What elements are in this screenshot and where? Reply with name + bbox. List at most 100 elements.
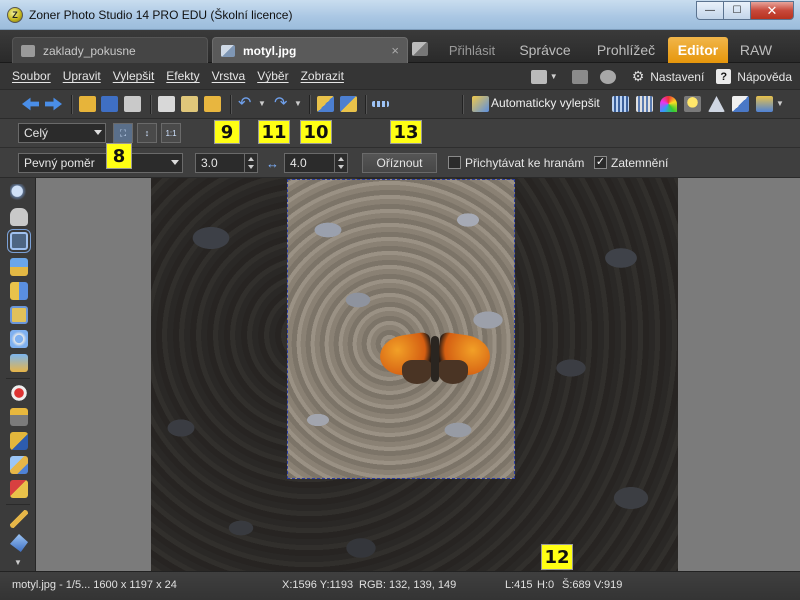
help-link[interactable]: Nápověda xyxy=(737,70,792,84)
status-cursor-coords: X:1596 Y:1193 xyxy=(282,579,354,591)
close-button[interactable]: ✕ xyxy=(750,1,794,20)
toolbar-separator xyxy=(462,95,463,114)
snap-to-edges-checkbox[interactable] xyxy=(448,156,461,169)
tool-palette: ▼ xyxy=(0,178,36,571)
ratio-height-stepper[interactable] xyxy=(334,154,347,172)
levels-icon[interactable] xyxy=(612,96,629,112)
palette-separator xyxy=(6,504,30,505)
chevron-down-icon[interactable]: ▼ xyxy=(550,72,558,81)
zoom-tool-icon[interactable] xyxy=(10,184,28,202)
ratio-width-stepper[interactable] xyxy=(244,154,257,172)
toolbar-separator xyxy=(365,95,366,114)
tab-motyl-jpg[interactable]: motyl.jpg × xyxy=(212,37,408,63)
minimize-button[interactable]: — xyxy=(696,1,723,20)
ratio-height-input[interactable]: 4.0 xyxy=(284,153,348,173)
copy-icon[interactable] xyxy=(158,96,175,112)
undo-icon[interactable]: ↶ xyxy=(238,96,255,112)
perspective-tool-icon[interactable] xyxy=(10,282,28,300)
actual-size-button[interactable]: 1:1 xyxy=(161,123,181,143)
annotation-badge-13: 13 xyxy=(390,120,422,144)
annotation-badge-8: 8 xyxy=(106,143,132,169)
red-eye-icon[interactable] xyxy=(10,384,28,402)
chevron-down-icon[interactable]: ▼ xyxy=(14,558,22,567)
forward-arrow-icon[interactable] xyxy=(45,97,62,111)
save-icon[interactable] xyxy=(101,96,118,112)
module-tab-manager[interactable]: Správce xyxy=(508,37,582,63)
paste-special-icon[interactable] xyxy=(204,96,221,112)
fit-height-button[interactable]: ↕ xyxy=(137,123,157,143)
fit-to-window-button[interactable]: ⛶ xyxy=(113,123,133,143)
status-rgb: RGB: 132, 139, 149 xyxy=(359,579,457,591)
menu-soubor[interactable]: Soubor xyxy=(12,69,51,83)
retouch-brush-icon[interactable] xyxy=(10,456,28,474)
menu-zobrazit[interactable]: Zobrazit xyxy=(301,69,344,83)
menu-vyber[interactable]: Výběr xyxy=(257,69,288,83)
frame-tool-icon[interactable] xyxy=(10,306,28,324)
maximize-button[interactable]: ☐ xyxy=(723,1,750,20)
redo-icon[interactable]: ↷ xyxy=(274,96,291,112)
auto-enhance-button[interactable]: Automaticky vylepšit xyxy=(491,96,600,110)
crop-tool-icon[interactable] xyxy=(7,229,31,253)
butterfly-subject xyxy=(377,330,493,390)
magic-wand-icon[interactable] xyxy=(472,96,489,112)
graduated-filter-icon[interactable] xyxy=(10,354,28,372)
fill-tool-icon[interactable] xyxy=(10,534,28,552)
image-canvas[interactable]: 12 xyxy=(36,178,800,571)
menu-vrstva[interactable]: Vrstva xyxy=(212,69,246,83)
export-icon[interactable] xyxy=(756,96,773,112)
tab-label: motyl.jpg xyxy=(243,43,297,58)
straighten-tool-icon[interactable] xyxy=(10,258,28,276)
clone-stamp-icon[interactable] xyxy=(10,408,28,426)
brush-tool-icon[interactable] xyxy=(10,510,28,528)
zoom-mode-select[interactable]: Celý xyxy=(18,123,106,143)
menu-efekty[interactable]: Efekty xyxy=(166,69,199,83)
sharpen-icon[interactable] xyxy=(708,96,725,112)
status-crop-left: L:415 xyxy=(505,579,533,591)
chevron-down-icon[interactable]: ▼ xyxy=(776,96,786,112)
layout-icon[interactable] xyxy=(571,69,588,84)
annotation-badge-9: 9 xyxy=(214,120,240,144)
tab-zaklady-pokusne[interactable]: zaklady_pokusne xyxy=(12,37,208,63)
crop-selection[interactable] xyxy=(287,179,515,479)
histogram-icon[interactable] xyxy=(636,96,653,112)
tab-close-icon[interactable]: × xyxy=(391,43,399,58)
more-tools-icon[interactable] xyxy=(372,101,389,107)
healing-brush-icon[interactable] xyxy=(10,432,28,450)
layers-icon[interactable] xyxy=(317,96,334,112)
back-arrow-icon[interactable] xyxy=(22,97,39,111)
ratio-mode-select[interactable]: Pevný poměr xyxy=(18,153,183,173)
undo-dropdown-icon[interactable]: ▼ xyxy=(258,96,268,112)
brightness-icon[interactable] xyxy=(684,96,701,112)
module-tab-raw[interactable]: RAW xyxy=(732,37,780,63)
menu-vylepsit[interactable]: Vylepšit xyxy=(113,69,155,83)
document-tab-bar: zaklady_pokusne motyl.jpg × Přihlásit Sp… xyxy=(0,30,800,63)
open-folder-icon[interactable] xyxy=(79,96,96,112)
paste-icon[interactable] xyxy=(181,96,198,112)
help-icon[interactable]: ? xyxy=(716,69,732,84)
crop-button[interactable]: Oříznout xyxy=(362,153,437,173)
snap-to-edges-label: Přichytávat ke hranám xyxy=(465,156,585,170)
ratio-width-input[interactable]: 3.0 xyxy=(195,153,258,173)
login-link[interactable]: Přihlásit xyxy=(440,37,504,63)
status-crop-top: H:0 xyxy=(537,579,555,591)
hand-tool-icon[interactable] xyxy=(10,208,28,226)
swap-ratio-icon[interactable]: ↔ xyxy=(266,156,279,171)
module-tab-browser[interactable]: Prohlížeč xyxy=(588,37,664,63)
module-tab-editor[interactable]: Editor xyxy=(668,37,728,63)
gear-icon[interactable]: ⚙ xyxy=(632,68,645,85)
redo-dropdown-icon[interactable]: ▼ xyxy=(294,96,304,112)
user-icon[interactable] xyxy=(599,69,616,84)
chevron-down-icon xyxy=(171,160,179,165)
display-mode-icon[interactable] xyxy=(530,69,547,84)
menu-upravit[interactable]: Upravit xyxy=(63,69,101,83)
layers-alt-icon[interactable] xyxy=(340,96,357,112)
straighten-icon[interactable] xyxy=(732,96,749,112)
color-wheel-icon[interactable] xyxy=(660,96,677,112)
patch-tool-icon[interactable] xyxy=(10,480,28,498)
tab-label: zaklady_pokusne xyxy=(43,43,136,58)
settings-link[interactable]: Nastavení xyxy=(650,70,704,84)
print-icon[interactable] xyxy=(124,96,141,112)
deform-tool-icon[interactable] xyxy=(10,330,28,348)
darken-checkbox[interactable]: ✓ xyxy=(594,156,607,169)
new-edit-tab-icon[interactable] xyxy=(412,42,428,56)
